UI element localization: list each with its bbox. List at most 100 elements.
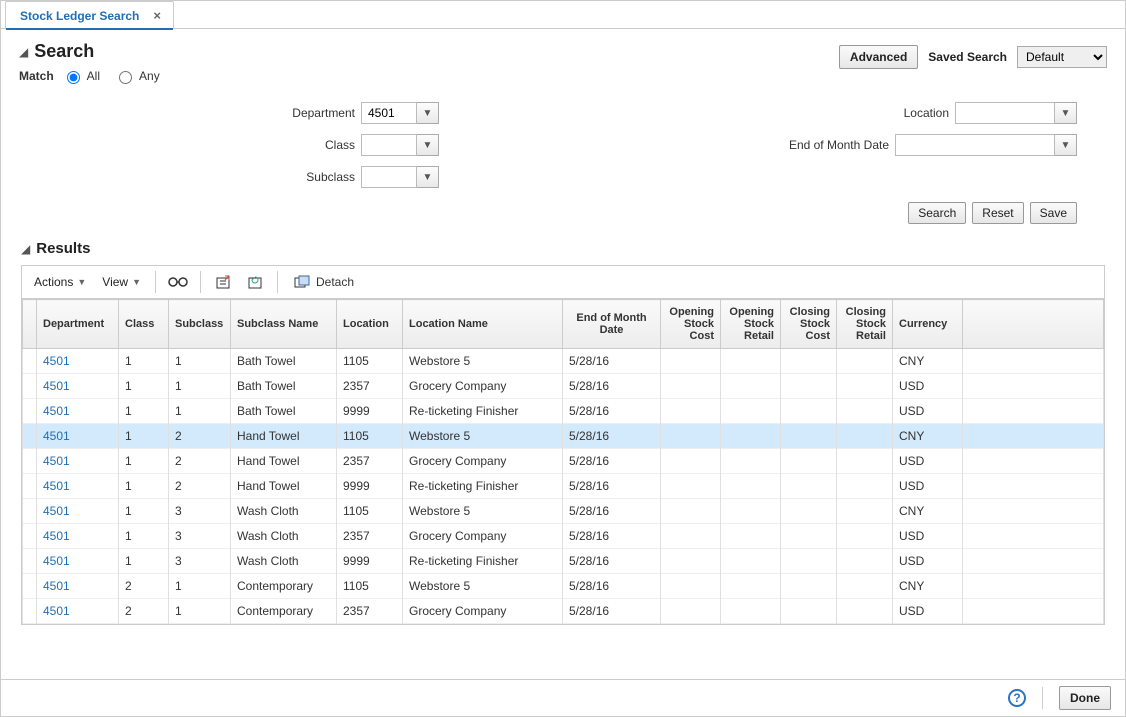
col-class[interactable]: Class (119, 300, 169, 349)
cell-location: 1105 (337, 349, 403, 374)
table-row[interactable]: 450113Wash Cloth1105Webstore 55/28/16CNY (23, 499, 1104, 524)
table-row[interactable]: 450112Hand Towel2357Grocery Company5/28/… (23, 449, 1104, 474)
table-row[interactable]: 450111Bath Towel2357Grocery Company5/28/… (23, 374, 1104, 399)
row-selector[interactable] (23, 374, 37, 399)
col-opening-stock-retail[interactable]: Opening Stock Retail (721, 300, 781, 349)
department-link[interactable]: 4501 (43, 529, 70, 543)
table-row[interactable]: 450113Wash Cloth2357Grocery Company5/28/… (23, 524, 1104, 549)
row-selector[interactable] (23, 399, 37, 424)
results-table-wrap[interactable]: Department Class Subclass Subclass Name … (21, 298, 1105, 625)
col-location[interactable]: Location (337, 300, 403, 349)
search-button[interactable]: Search (908, 202, 966, 224)
subclass-dropdown-icon[interactable]: ▼ (417, 166, 439, 188)
eom-combo: ▼ (895, 134, 1077, 156)
search-top-row: ◢ Search Match All Any (19, 41, 1107, 84)
department-link[interactable]: 4501 (43, 354, 70, 368)
col-subclass-name[interactable]: Subclass Name (231, 300, 337, 349)
eom-input[interactable] (895, 134, 1055, 156)
content-scroll[interactable]: ◢ Search Match All Any (1, 29, 1125, 679)
col-location-name[interactable]: Location Name (403, 300, 563, 349)
row-selector[interactable] (23, 474, 37, 499)
cell-csc (781, 449, 837, 474)
location-input[interactable] (955, 102, 1055, 124)
department-link[interactable]: 4501 (43, 604, 70, 618)
row-selector[interactable] (23, 524, 37, 549)
col-eom-date[interactable]: End of Month Date (563, 300, 661, 349)
cell-subclass: 2 (169, 424, 231, 449)
row-selector[interactable] (23, 549, 37, 574)
row-selector[interactable] (23, 349, 37, 374)
location-dropdown-icon[interactable]: ▼ (1055, 102, 1077, 124)
export-icon[interactable] (209, 270, 237, 294)
department-link[interactable]: 4501 (43, 579, 70, 593)
department-link[interactable]: 4501 (43, 379, 70, 393)
match-all-option[interactable]: All (62, 68, 100, 84)
table-row[interactable]: 450112Hand Towel1105Webstore 55/28/16CNY (23, 424, 1104, 449)
tab-stock-ledger-search[interactable]: Stock Ledger Search × (5, 1, 174, 29)
cell-currency: USD (893, 474, 963, 499)
row-selector[interactable] (23, 449, 37, 474)
table-row[interactable]: 450111Bath Towel9999Re-ticketing Finishe… (23, 399, 1104, 424)
row-selector[interactable] (23, 424, 37, 449)
department-input[interactable] (361, 102, 417, 124)
department-link[interactable]: 4501 (43, 454, 70, 468)
cell-location-name: Grocery Company (403, 374, 563, 399)
reset-button[interactable]: Reset (972, 202, 1023, 224)
cell-osr (721, 549, 781, 574)
table-row[interactable]: 450113Wash Cloth9999Re-ticketing Finishe… (23, 549, 1104, 574)
subclass-input[interactable] (361, 166, 417, 188)
cell-class: 1 (119, 524, 169, 549)
table-row[interactable]: 450112Hand Towel9999Re-ticketing Finishe… (23, 474, 1104, 499)
cell-subclass-name: Bath Towel (231, 374, 337, 399)
saved-search-select[interactable]: Default (1017, 46, 1107, 68)
row-selector[interactable] (23, 599, 37, 624)
cell-osc (661, 549, 721, 574)
table-row[interactable]: 450121Contemporary1105Webstore 55/28/16C… (23, 574, 1104, 599)
location-row: Location ▼ (479, 102, 1077, 124)
class-input[interactable] (361, 134, 417, 156)
department-link[interactable]: 4501 (43, 404, 70, 418)
cell-spacer (963, 599, 1104, 624)
row-selector[interactable] (23, 574, 37, 599)
department-dropdown-icon[interactable]: ▼ (417, 102, 439, 124)
eom-dropdown-icon[interactable]: ▼ (1055, 134, 1077, 156)
cell-eom: 5/28/16 (563, 524, 661, 549)
cell-subclass-name: Contemporary (231, 574, 337, 599)
col-currency[interactable]: Currency (893, 300, 963, 349)
col-department[interactable]: Department (37, 300, 119, 349)
match-any-option[interactable]: Any (114, 68, 160, 84)
save-button[interactable]: Save (1030, 202, 1077, 224)
glasses-icon[interactable] (164, 270, 192, 294)
advanced-button[interactable]: Advanced (839, 45, 918, 69)
chevron-down-icon: ▼ (132, 277, 141, 287)
department-link[interactable]: 4501 (43, 479, 70, 493)
cell-currency: CNY (893, 499, 963, 524)
department-label: Department (292, 106, 355, 120)
row-selector[interactable] (23, 499, 37, 524)
help-icon[interactable]: ? (1008, 689, 1026, 707)
match-any-radio[interactable] (119, 71, 132, 84)
class-dropdown-icon[interactable]: ▼ (417, 134, 439, 156)
cell-spacer (963, 549, 1104, 574)
chevron-down-icon[interactable]: ◢ (21, 242, 30, 256)
table-row[interactable]: 450111Bath Towel1105Webstore 55/28/16CNY (23, 349, 1104, 374)
cell-location: 9999 (337, 474, 403, 499)
view-label: View (102, 275, 128, 289)
table-row[interactable]: 450121Contemporary2357Grocery Company5/2… (23, 599, 1104, 624)
chevron-down-icon[interactable]: ◢ (19, 45, 28, 59)
done-button[interactable]: Done (1059, 686, 1111, 710)
department-link[interactable]: 4501 (43, 429, 70, 443)
view-menu[interactable]: View ▼ (96, 272, 147, 292)
col-opening-stock-cost[interactable]: Opening Stock Cost (661, 300, 721, 349)
refresh-icon[interactable] (241, 270, 269, 294)
department-link[interactable]: 4501 (43, 504, 70, 518)
detach-button[interactable]: Detach (286, 272, 362, 292)
match-all-radio[interactable] (67, 71, 80, 84)
close-icon[interactable]: × (151, 8, 163, 23)
col-closing-stock-retail[interactable]: Closing Stock Retail (837, 300, 893, 349)
department-link[interactable]: 4501 (43, 554, 70, 568)
col-closing-stock-cost[interactable]: Closing Stock Cost (781, 300, 837, 349)
content-wrap: ◢ Search Match All Any (1, 29, 1125, 679)
actions-menu[interactable]: Actions ▼ (28, 272, 92, 292)
col-subclass[interactable]: Subclass (169, 300, 231, 349)
